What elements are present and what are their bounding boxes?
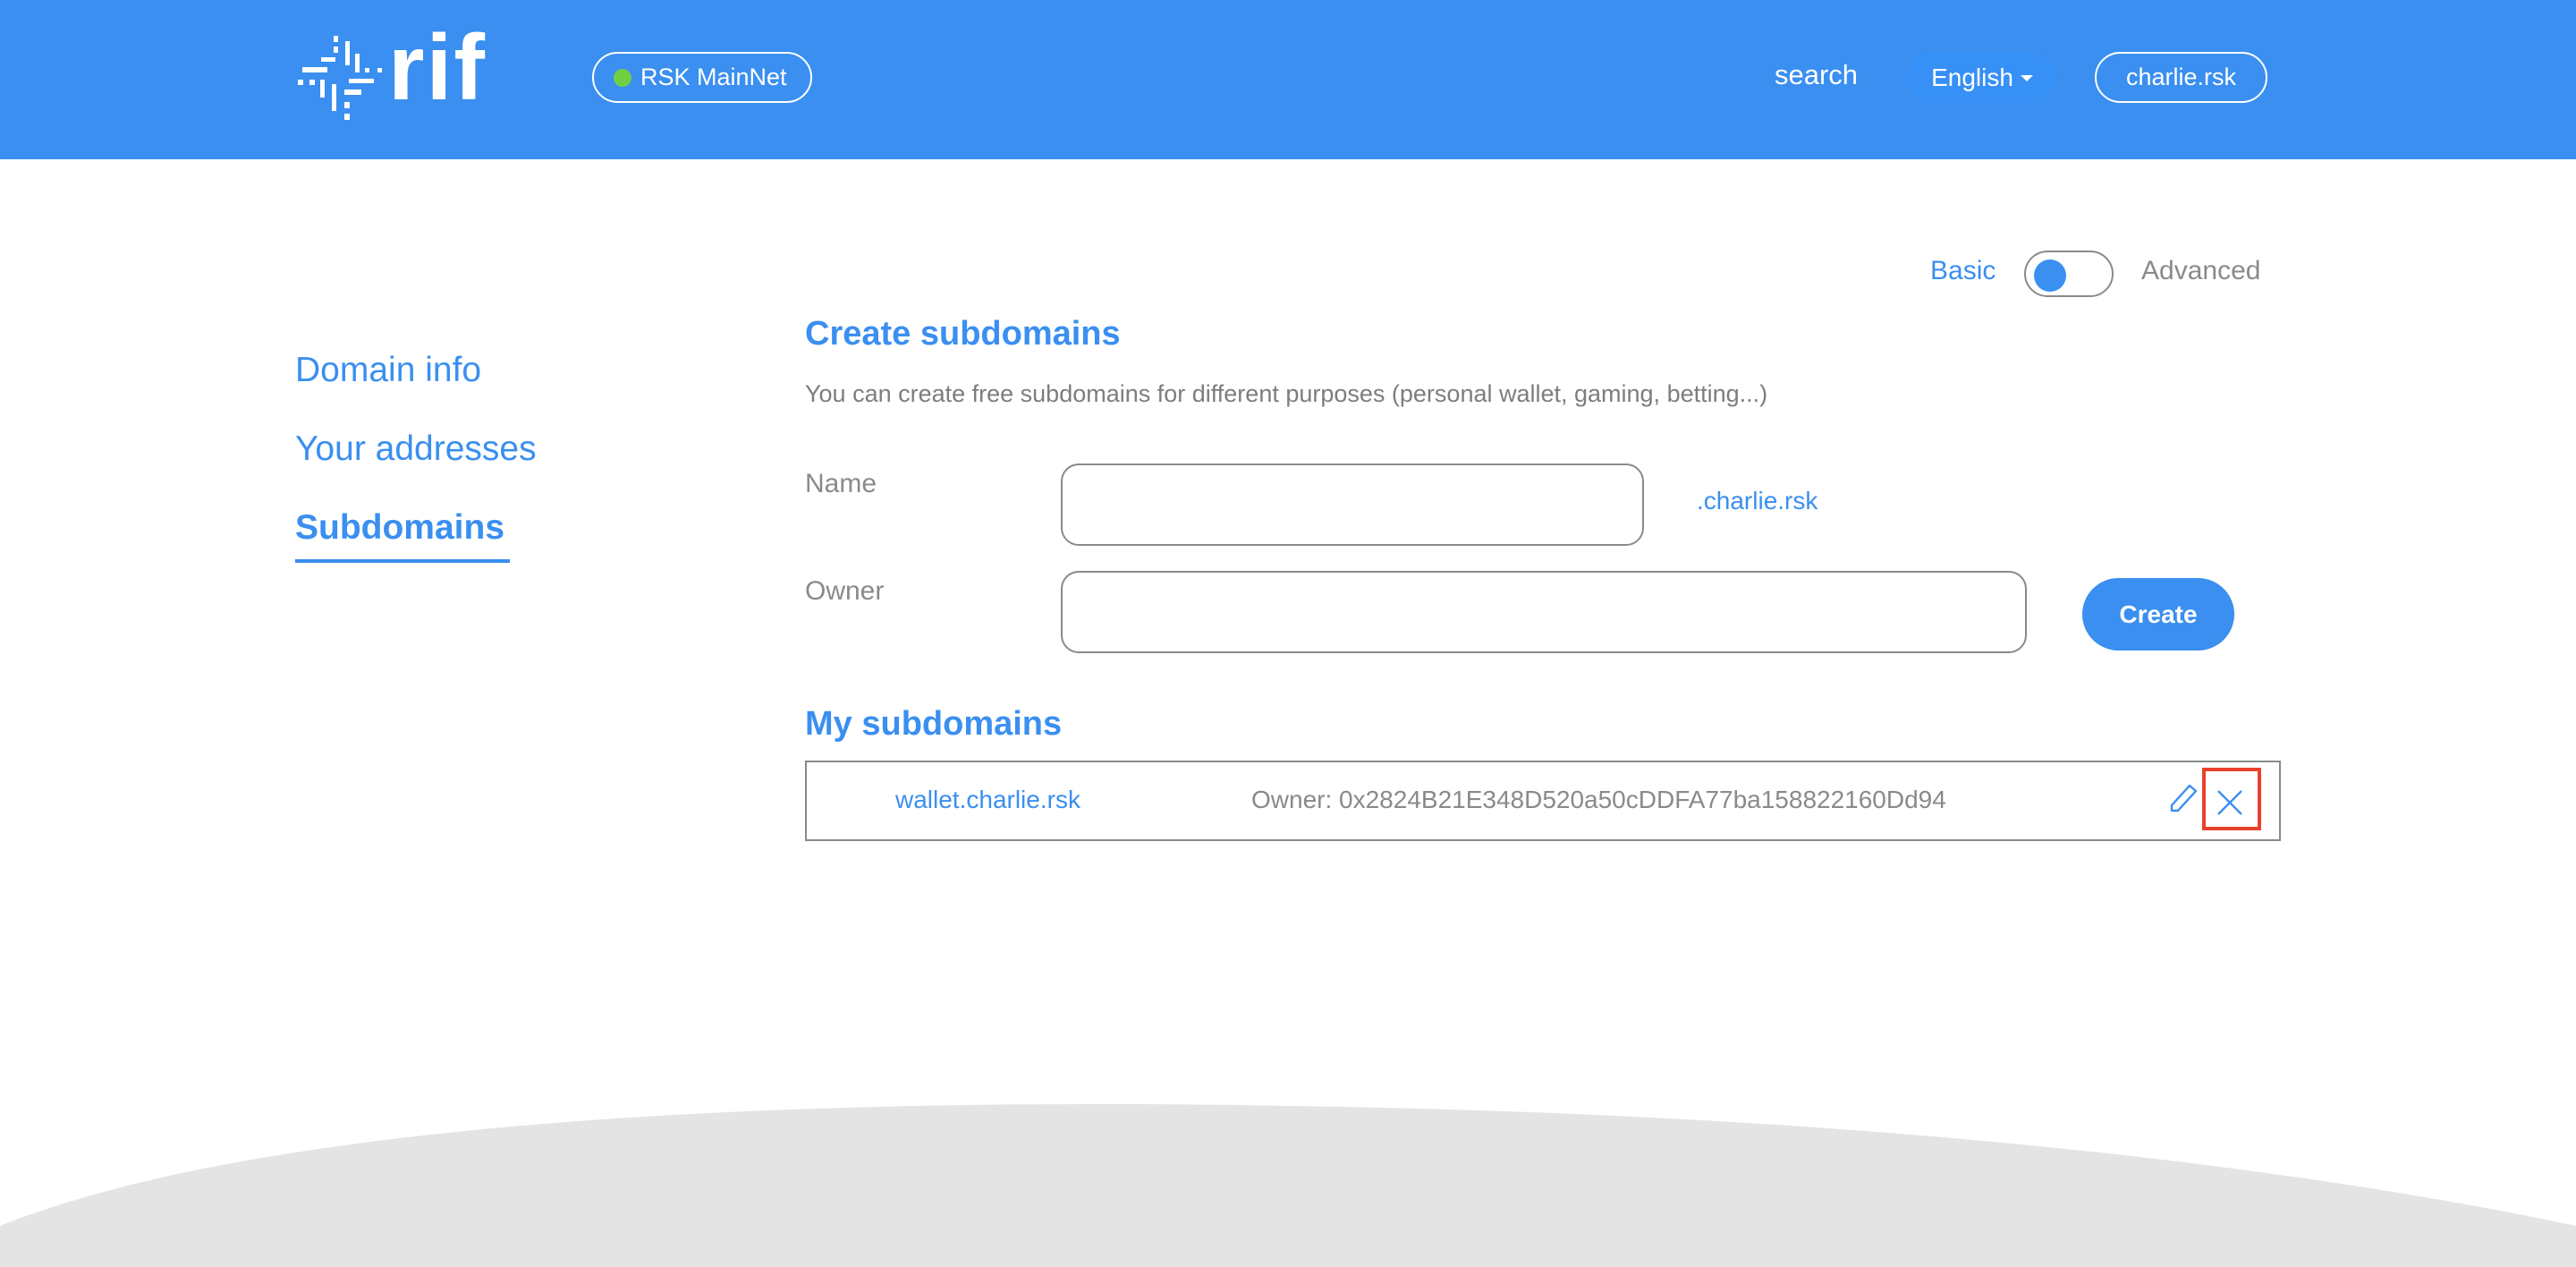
network-status-dot-icon (614, 68, 631, 87)
create-subdomains-description: You can create free subdomains for diffe… (805, 380, 1768, 407)
sidebar-item-your-addresses[interactable]: Your addresses (295, 429, 537, 469)
nav-search-link[interactable]: search (1775, 59, 1858, 91)
domain-suffix: .charlie.rsk (1697, 487, 1818, 514)
owner-address-input[interactable] (1061, 571, 2027, 653)
network-label: RSK MainNet (640, 64, 787, 90)
create-subdomain-button[interactable]: Create (2082, 578, 2234, 651)
caret-down-icon (2020, 75, 2033, 81)
subdomain-name: wallet.charlie.rsk (895, 786, 1080, 813)
toggle-knob (2034, 259, 2066, 292)
account-button[interactable]: charlie.rsk (2095, 52, 2267, 103)
footer-decorative-curve (0, 1103, 2576, 1267)
account-label: charlie.rsk (2125, 64, 2237, 90)
my-subdomains-title: My subdomains (805, 705, 1063, 743)
top-header: rif RSK MainNet search English charlie.r… (0, 0, 2576, 159)
sidebar-item-domain-info[interactable]: Domain info (295, 351, 481, 390)
sidebar-item-subdomains[interactable]: Subdomains (295, 508, 504, 548)
subdomain-owner: Owner: 0x2824B21E348D520a50cDDFA77ba1588… (1251, 786, 1946, 813)
network-indicator[interactable]: RSK MainNet (592, 52, 812, 103)
subdomain-list-item: wallet.charlie.rsk Owner: 0x2824B21E348D… (805, 761, 2281, 841)
active-item-underline (295, 559, 510, 563)
mode-advanced-label[interactable]: Advanced (2141, 256, 2260, 286)
edit-icon[interactable] (2168, 778, 2200, 814)
language-dropdown[interactable]: English (1907, 52, 2057, 103)
name-label: Name (805, 469, 877, 498)
create-subdomains-title: Create subdomains (805, 315, 1121, 353)
close-icon[interactable] (2216, 789, 2243, 816)
rif-logo-mark-icon (298, 36, 382, 120)
mode-toggle-switch[interactable] (2024, 251, 2114, 297)
language-selected: English (1931, 63, 2013, 91)
owner-label: Owner (805, 576, 885, 606)
subdomain-name-input[interactable] (1061, 463, 1644, 546)
logo-text: rif (388, 16, 487, 120)
rif-logo[interactable]: rif (295, 21, 485, 123)
mode-basic-label[interactable]: Basic (1930, 256, 1996, 286)
page: rif RSK MainNet search English charlie.r… (0, 0, 2576, 1267)
